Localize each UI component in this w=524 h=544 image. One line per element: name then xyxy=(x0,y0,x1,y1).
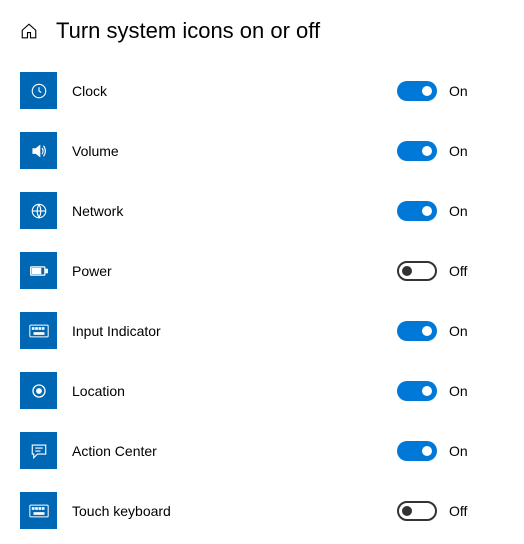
toggle-state-label: On xyxy=(449,383,474,399)
toggle-state-label: Off xyxy=(449,263,474,279)
item-action-center: Action Center On xyxy=(20,432,504,469)
toggle-location[interactable] xyxy=(397,381,437,401)
item-clock: Clock On xyxy=(20,72,504,109)
location-icon xyxy=(20,372,57,409)
volume-icon xyxy=(20,132,57,169)
item-label: Location xyxy=(72,383,397,399)
toggle-network[interactable] xyxy=(397,201,437,221)
system-icons-list: Clock On Volume On Network xyxy=(20,72,504,529)
item-label: Clock xyxy=(72,83,397,99)
toggle-group: On xyxy=(397,201,474,221)
toggle-state-label: On xyxy=(449,323,474,339)
item-location: Location On xyxy=(20,372,504,409)
item-touch-keyboard: Touch keyboard Off xyxy=(20,492,504,529)
toggle-volume[interactable] xyxy=(397,141,437,161)
toggle-group: Off xyxy=(397,261,474,281)
toggle-group: On xyxy=(397,381,474,401)
item-label: Power xyxy=(72,263,397,279)
toggle-power[interactable] xyxy=(397,261,437,281)
item-label: Action Center xyxy=(72,443,397,459)
toggle-group: On xyxy=(397,321,474,341)
toggle-group: On xyxy=(397,81,474,101)
toggle-touch-keyboard[interactable] xyxy=(397,501,437,521)
toggle-group: On xyxy=(397,141,474,161)
network-icon xyxy=(20,192,57,229)
item-label: Touch keyboard xyxy=(72,503,397,519)
toggle-action-center[interactable] xyxy=(397,441,437,461)
toggle-input-indicator[interactable] xyxy=(397,321,437,341)
home-icon[interactable] xyxy=(20,22,38,40)
power-icon xyxy=(20,252,57,289)
clock-icon xyxy=(20,72,57,109)
item-label: Volume xyxy=(72,143,397,159)
toggle-clock[interactable] xyxy=(397,81,437,101)
header: Turn system icons on or off xyxy=(20,18,504,44)
toggle-group: On xyxy=(397,441,474,461)
toggle-state-label: On xyxy=(449,143,474,159)
keyboard-icon xyxy=(20,312,57,349)
toggle-state-label: On xyxy=(449,203,474,219)
item-power: Power Off xyxy=(20,252,504,289)
item-label: Network xyxy=(72,203,397,219)
toggle-state-label: On xyxy=(449,83,474,99)
toggle-state-label: On xyxy=(449,443,474,459)
toggle-state-label: Off xyxy=(449,503,474,519)
item-volume: Volume On xyxy=(20,132,504,169)
toggle-group: Off xyxy=(397,501,474,521)
item-input-indicator: Input Indicator On xyxy=(20,312,504,349)
item-network: Network On xyxy=(20,192,504,229)
touch-keyboard-icon xyxy=(20,492,57,529)
page-title: Turn system icons on or off xyxy=(56,18,320,44)
action-center-icon xyxy=(20,432,57,469)
item-label: Input Indicator xyxy=(72,323,397,339)
